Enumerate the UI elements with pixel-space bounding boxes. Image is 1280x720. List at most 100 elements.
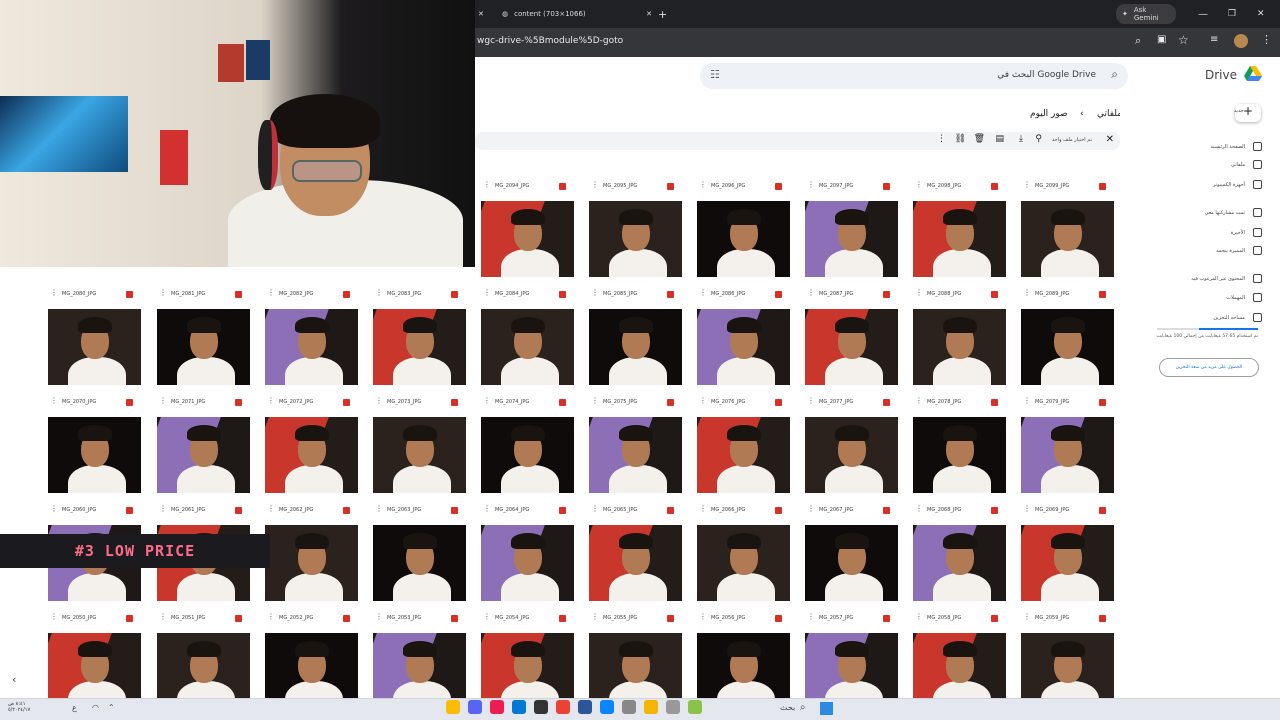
bookmark-star-icon[interactable]: ☆ [1178,33,1189,47]
file-tile[interactable]: MG_2072_JPG ⋮ [262,396,358,500]
more-options-icon[interactable]: ⋮ [375,289,383,297]
tray-chevron-icon[interactable]: ⌃ [108,703,115,712]
sidebar-item-cloud[interactable]: مساحة التخزين [1142,313,1262,322]
file-tile[interactable]: MG_2098_JPG ⋮ [910,180,1006,284]
close-icon[interactable]: ✕ [646,10,652,18]
collapse-arrow-icon[interactable]: ‹ [12,673,16,686]
thumbnail[interactable] [1021,309,1114,385]
file-tile[interactable]: MG_2081_JPG ⋮ [154,288,250,392]
sidebar-item-people[interactable]: تمت مشاركتها معي [1142,208,1262,217]
wifi-icon[interactable]: ◠ [92,703,99,712]
breadcrumb-folder[interactable]: صور اليوم [1030,109,1068,119]
file-tile[interactable]: MG_2062_JPG ⋮ [262,504,358,608]
more-options-icon[interactable]: ⋮ [1023,397,1031,405]
move-icon[interactable]: ▤ [995,134,1004,144]
more-options-icon[interactable]: ⋮ [591,181,599,189]
thumbnail[interactable] [805,525,898,601]
more-options-icon[interactable]: ⋮ [483,181,491,189]
github-icon[interactable] [534,700,548,714]
file-tile[interactable]: MG_2077_JPG ⋮ [802,396,898,500]
thumbnail[interactable] [373,309,466,385]
file-tile[interactable]: MG_2075_JPG ⋮ [586,396,682,500]
minimize-button[interactable]: — [1198,4,1208,24]
tiktok-icon[interactable] [490,700,504,714]
more-options-icon[interactable]: ⋮ [50,397,58,405]
more-options-icon[interactable]: ⋮ [1023,613,1031,621]
more-options-icon[interactable]: ⋮ [591,505,599,513]
thumbnail[interactable] [481,309,574,385]
edge-icon[interactable] [600,700,614,714]
file-tile[interactable]: MG_2087_JPG ⋮ [802,288,898,392]
more-options-icon[interactable]: ⋮ [807,181,815,189]
file-tile[interactable]: MG_2084_JPG ⋮ [478,288,574,392]
thumbnail[interactable] [913,201,1006,277]
filter-icon[interactable]: ☷ [710,68,720,81]
tab-close-icon[interactable]: ✕ [478,4,484,24]
file-tile[interactable]: MG_2069_JPG ⋮ [1018,504,1114,608]
file-tile[interactable]: MG_2094_JPG ⋮ [478,180,574,284]
install-icon[interactable]: ▣ [1157,34,1166,45]
thumbnail[interactable] [589,201,682,277]
more-options-icon[interactable]: ⋮ [915,613,923,621]
more-options-icon[interactable]: ⋮ [50,505,58,513]
tab-content[interactable]: ◍ content (703×1066) ✕ [502,4,652,24]
link-icon[interactable]: ⛓ [955,134,966,144]
thumbnail[interactable] [913,525,1006,601]
chrome-icon[interactable] [556,700,570,714]
new-tab-button[interactable]: + [658,4,667,24]
share-icon[interactable]: ⚲ [1035,134,1042,144]
file-tile[interactable]: MG_2096_JPG ⋮ [694,180,790,284]
more-actions-icon[interactable]: ⋮ [937,134,946,144]
thumbnail[interactable] [1021,417,1114,493]
language-indicator-icon[interactable]: ع [72,703,77,712]
file-tile[interactable]: MG_2071_JPG ⋮ [154,396,250,500]
word-icon[interactable] [578,700,592,714]
file-tile[interactable]: MG_2065_JPG ⋮ [586,504,682,608]
more-options-icon[interactable]: ⋮ [591,613,599,621]
file-tile[interactable]: MG_2082_JPG ⋮ [262,288,358,392]
thumbnail[interactable] [697,201,790,277]
zoom-icon[interactable]: ⌕ [1135,34,1141,48]
file-tile[interactable]: MG_2073_JPG ⋮ [370,396,466,500]
menu-icon[interactable]: ⋮ [1261,33,1272,46]
thumbnail[interactable] [157,417,250,493]
taskbar-search[interactable]: بحث [780,703,795,712]
more-options-icon[interactable]: ⋮ [375,505,383,513]
sidebar-item-computer[interactable]: أجهزة الكمبيوتر [1142,180,1262,189]
more-options-icon[interactable]: ⋮ [159,397,167,405]
file-tile[interactable]: MG_2064_JPG ⋮ [478,504,574,608]
thumbnail[interactable] [1021,525,1114,601]
sidebar-item-clock[interactable]: الأخيرة [1142,228,1262,237]
more-options-icon[interactable]: ⋮ [915,289,923,297]
more-options-icon[interactable]: ⋮ [267,505,275,513]
more-options-icon[interactable]: ⋮ [483,613,491,621]
url-field[interactable]: wgc-drive-%5Bmodule%5D-goto [477,36,623,46]
more-options-icon[interactable]: ⋮ [699,289,707,297]
thumbnail[interactable] [697,525,790,601]
file-tile[interactable]: MG_2085_JPG ⋮ [586,288,682,392]
sidebar-item-drive[interactable]: ملفاتي [1142,160,1262,169]
file-tile[interactable]: MG_2076_JPG ⋮ [694,396,790,500]
thumbnail[interactable] [805,309,898,385]
thumbnail[interactable] [697,309,790,385]
reading-list-icon[interactable]: ≡ [1210,34,1218,45]
clear-selection-icon[interactable]: ✕ [1106,134,1114,145]
thumbnail[interactable] [1021,201,1114,277]
chrome-icon[interactable] [446,700,460,714]
thumbnail[interactable] [589,525,682,601]
more-options-icon[interactable]: ⋮ [807,613,815,621]
more-options-icon[interactable]: ⋮ [483,505,491,513]
file-tile[interactable]: MG_2099_JPG ⋮ [1018,180,1114,284]
more-options-icon[interactable]: ⋮ [375,613,383,621]
thumbnail[interactable] [481,525,574,601]
more-options-icon[interactable]: ⋮ [267,289,275,297]
file-tile[interactable]: MG_2088_JPG ⋮ [910,288,1006,392]
download-icon[interactable]: ⤓ [1019,134,1023,144]
more-options-icon[interactable]: ⋮ [50,613,58,621]
more-options-icon[interactable]: ⋮ [807,289,815,297]
thumbnail[interactable] [589,417,682,493]
get-storage-button[interactable]: الحصول على مزيد من سعة التخزين [1159,358,1259,377]
thumbnail[interactable] [805,201,898,277]
thumbnail[interactable] [48,309,141,385]
thumbnail[interactable] [265,417,358,493]
